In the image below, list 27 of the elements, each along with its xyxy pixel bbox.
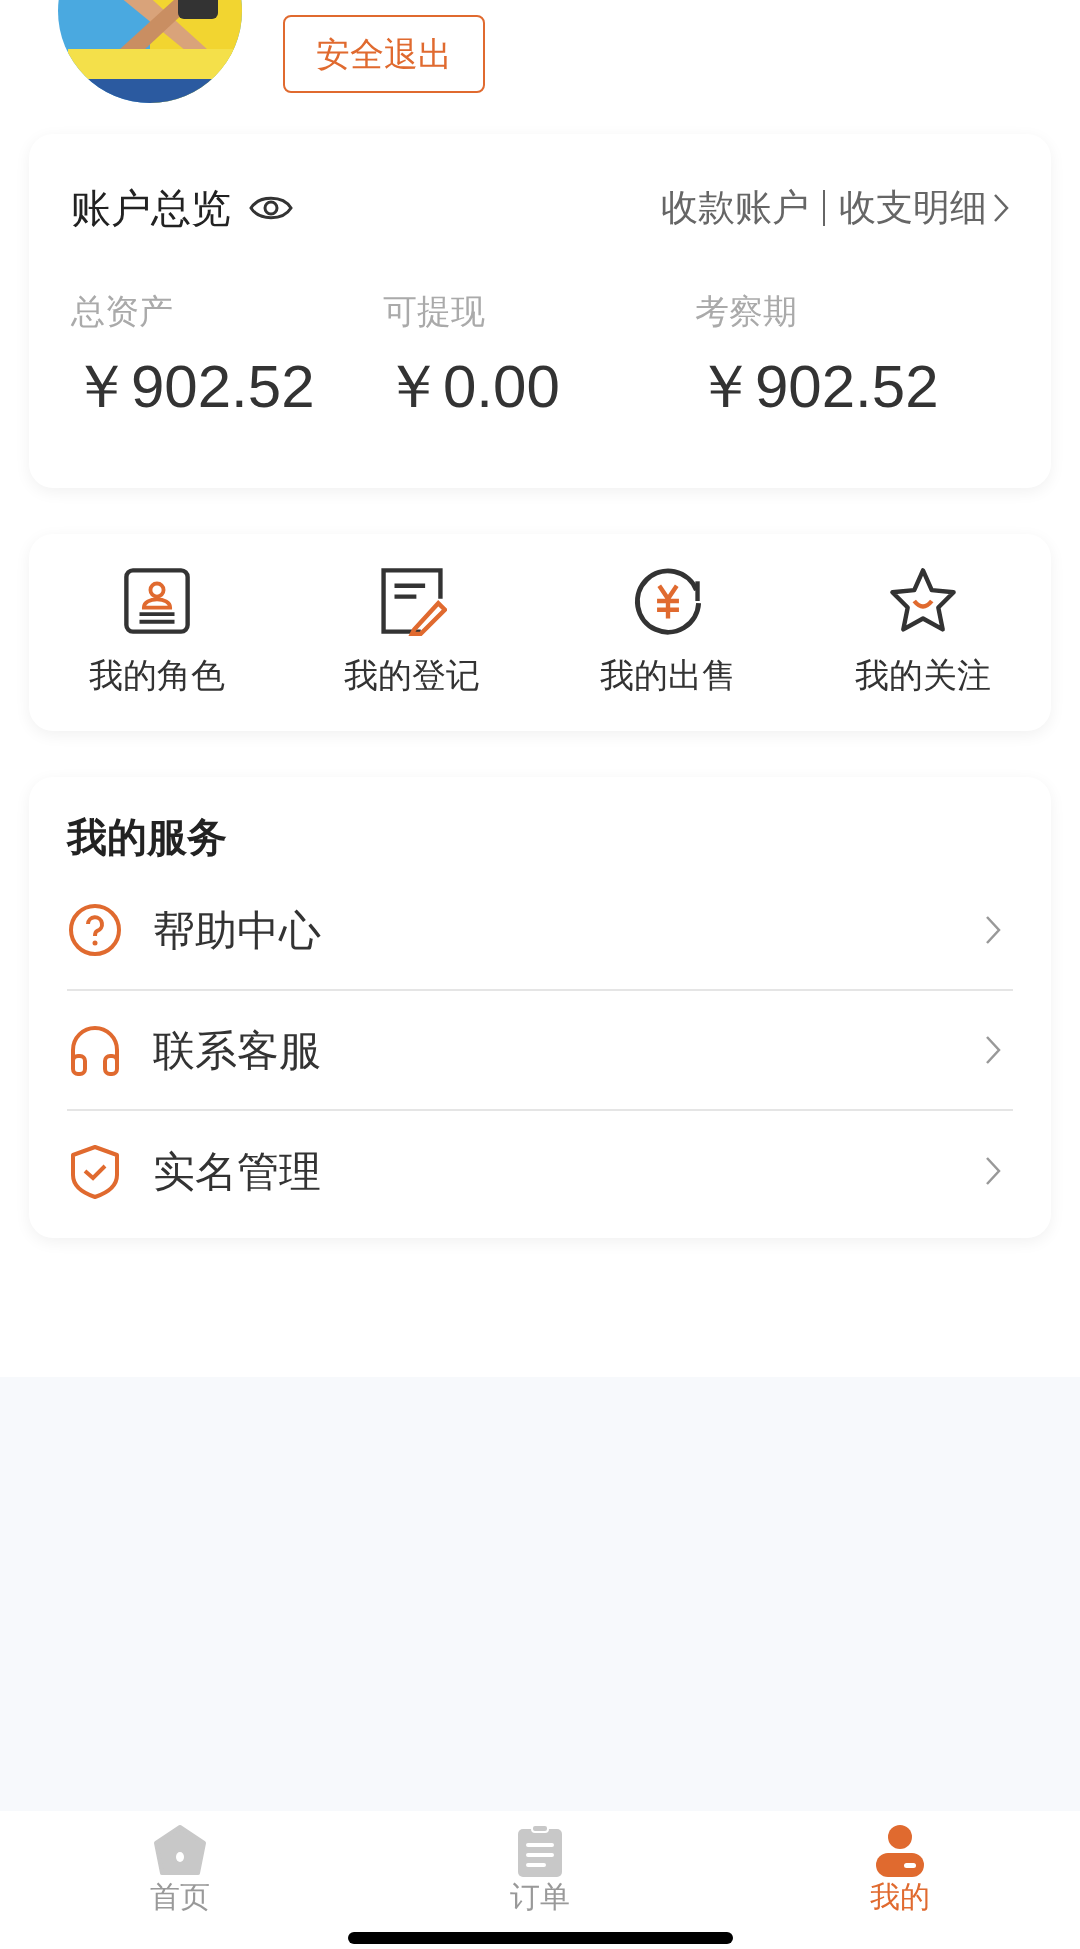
card-title: 账户总览 (71, 185, 231, 232)
shortcut-label[interactable]: 我的关注 (855, 650, 992, 701)
link[interactable]: 收款账户 (661, 180, 809, 236)
shortcut-label[interactable]: 我的角色 (88, 650, 225, 701)
stat-label: 可提现 (383, 291, 485, 332)
link[interactable]: 收支明细 (839, 180, 987, 236)
id-card-icon[interactable] (121, 566, 192, 636)
chevron-right-icon (985, 1035, 1001, 1065)
service-label: 实名管理 (153, 1146, 322, 1197)
service-label: 联系客服 (153, 1025, 322, 1076)
chevron-right-icon (985, 1156, 1001, 1186)
stat-value: ￥902.52 (695, 352, 939, 422)
help-icon (67, 902, 123, 958)
shortcut-label[interactable]: 我的出售 (599, 650, 736, 701)
stat-label: 总资产 (71, 291, 173, 332)
stat-label: 考察期 (695, 291, 797, 332)
stat-value: ￥902.52 (71, 352, 315, 422)
yuan-coin-icon[interactable] (632, 566, 703, 636)
stat-value: ￥0.00 (383, 352, 560, 422)
service-row[interactable]: 联系客服 (67, 991, 1013, 1111)
shortcut-label[interactable]: 我的登记 (344, 650, 481, 701)
chevron-right-icon (985, 915, 1001, 945)
section-title: 我的服务 (67, 814, 227, 861)
chevron-right-icon[interactable] (993, 193, 1009, 223)
service-row[interactable]: 实名管理 (67, 1111, 1013, 1231)
service-row[interactable]: 帮助中心 (67, 871, 1013, 991)
service-label: 帮助中心 (153, 905, 322, 956)
